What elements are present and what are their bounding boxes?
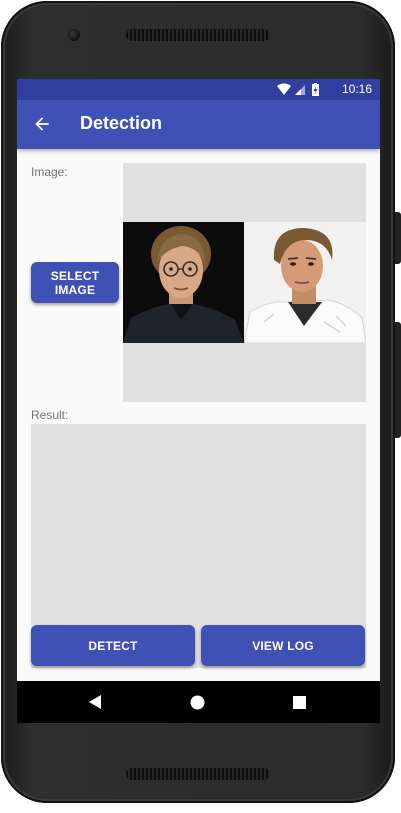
top-speaker xyxy=(126,29,270,41)
recents-square-icon[interactable] xyxy=(293,696,306,709)
bottom-speaker xyxy=(126,768,270,780)
front-camera xyxy=(68,29,80,41)
arrow-back-icon[interactable] xyxy=(32,114,52,134)
volume-button xyxy=(395,212,401,264)
view-log-button[interactable]: VIEW LOG xyxy=(201,625,365,666)
portrait-photo-glasses xyxy=(123,222,244,343)
select-image-button[interactable]: SELECT IMAGE xyxy=(31,262,119,303)
portrait-photo-white-jacket xyxy=(244,222,366,343)
wifi-icon xyxy=(277,83,291,95)
phone-frame: 10:16 Detection Image: SELECT IMAGE Resu… xyxy=(0,0,401,813)
image-preview[interactable] xyxy=(123,163,366,402)
page-title: Detection xyxy=(80,113,163,133)
status-icons xyxy=(277,83,319,96)
result-label: Result: xyxy=(31,408,69,422)
status-time: 10:16 xyxy=(341,82,372,96)
app-bar: Detection xyxy=(17,100,380,149)
battery-icon xyxy=(312,83,319,96)
device-screen: 10:16 Detection Image: SELECT IMAGE Resu… xyxy=(17,79,380,723)
home-circle-icon[interactable] xyxy=(190,695,205,710)
image-label: Image: xyxy=(31,165,68,179)
status-bar: 10:16 xyxy=(17,79,380,100)
power-button xyxy=(395,322,401,438)
back-triangle-icon[interactable] xyxy=(89,695,103,709)
navigation-bar xyxy=(17,681,380,723)
detect-button[interactable]: DETECT xyxy=(31,625,195,666)
